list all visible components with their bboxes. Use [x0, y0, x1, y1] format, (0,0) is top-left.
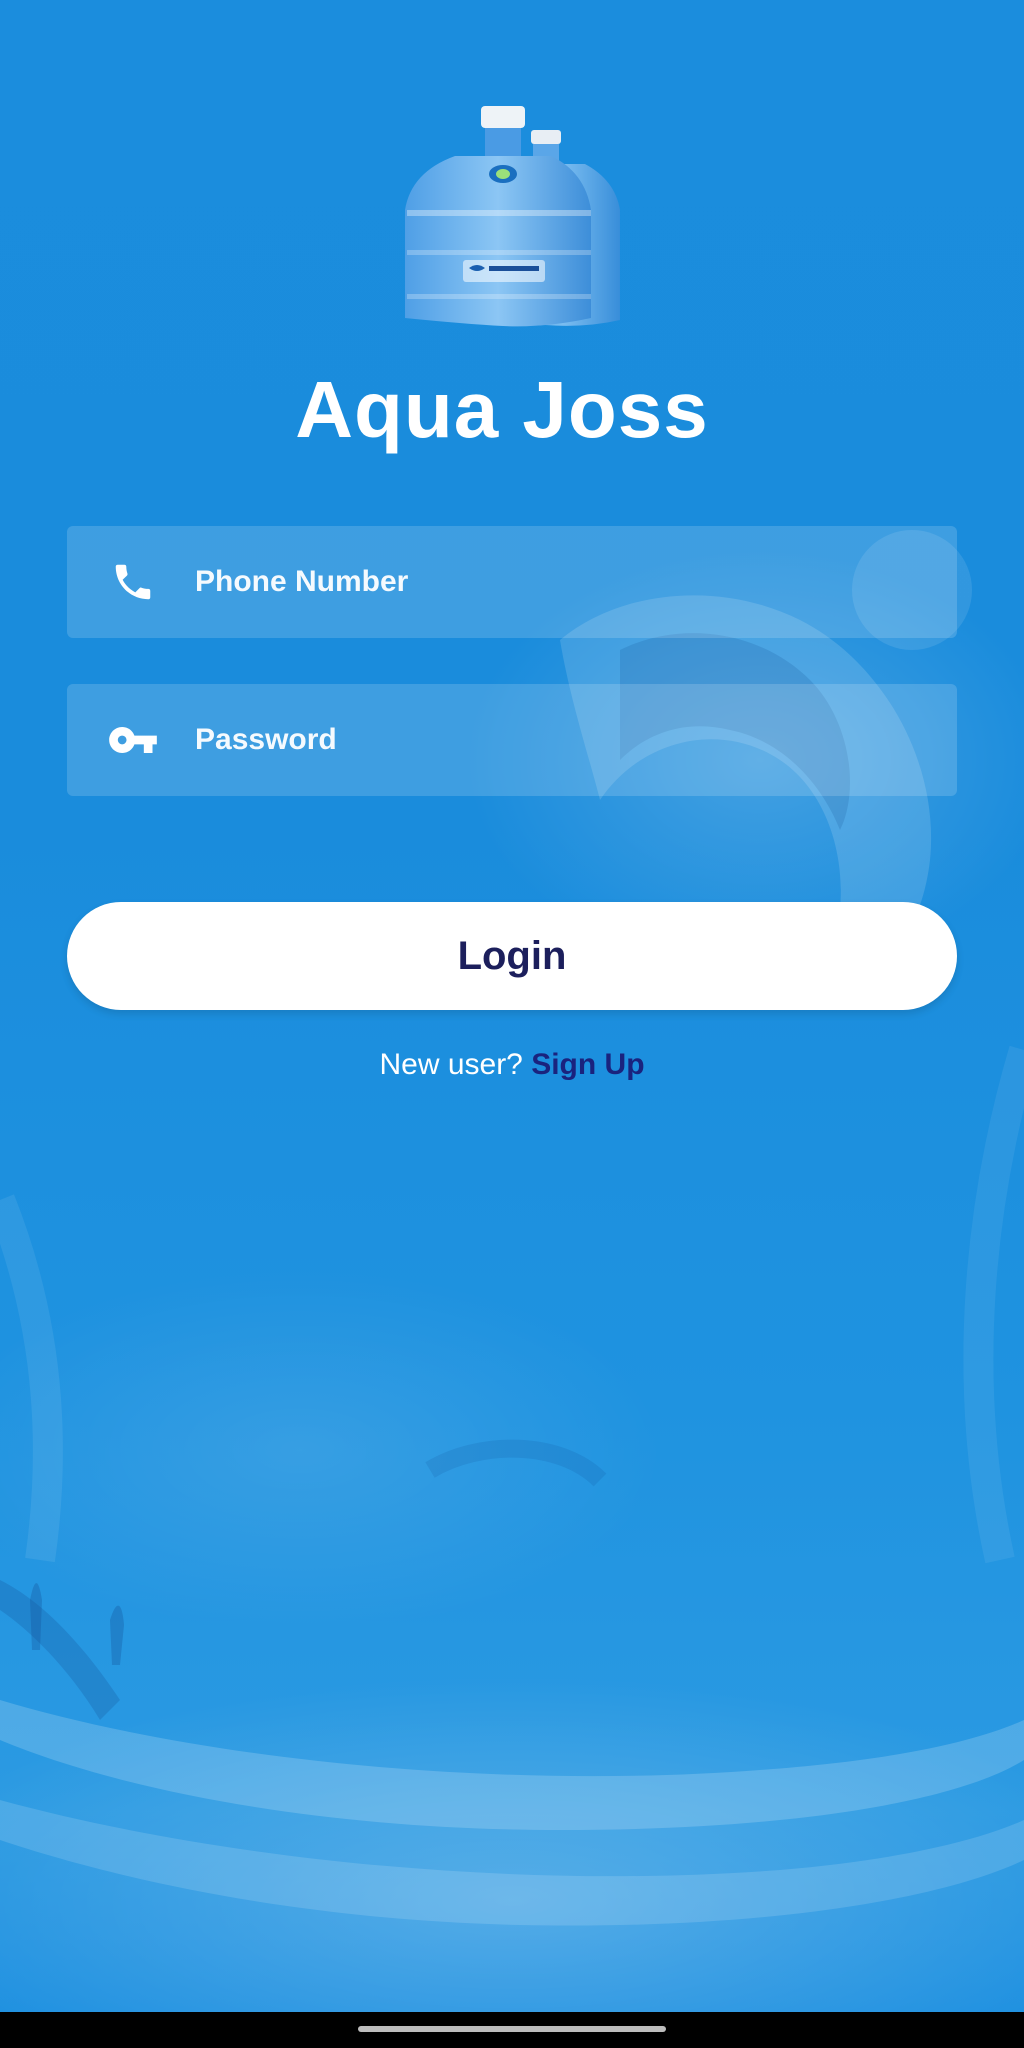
login-button[interactable]: Login [67, 902, 957, 1010]
password-input[interactable] [189, 684, 957, 796]
home-indicator[interactable] [358, 2026, 666, 2032]
app-title: Aqua Joss [295, 365, 709, 454]
phone-input[interactable] [189, 526, 957, 638]
password-field[interactable] [67, 684, 957, 796]
phone-icon [67, 526, 189, 638]
login-screen: Aqua Joss Login New user? Sign Up [0, 0, 1024, 2048]
water-bottle-icon [405, 106, 620, 327]
signup-prompt: New user? [379, 1048, 532, 1081]
key-icon [67, 684, 189, 796]
signup-link[interactable]: Sign Up [531, 1048, 644, 1081]
phone-field[interactable] [67, 526, 957, 638]
signup-row: New user? Sign Up [0, 1040, 1024, 1090]
